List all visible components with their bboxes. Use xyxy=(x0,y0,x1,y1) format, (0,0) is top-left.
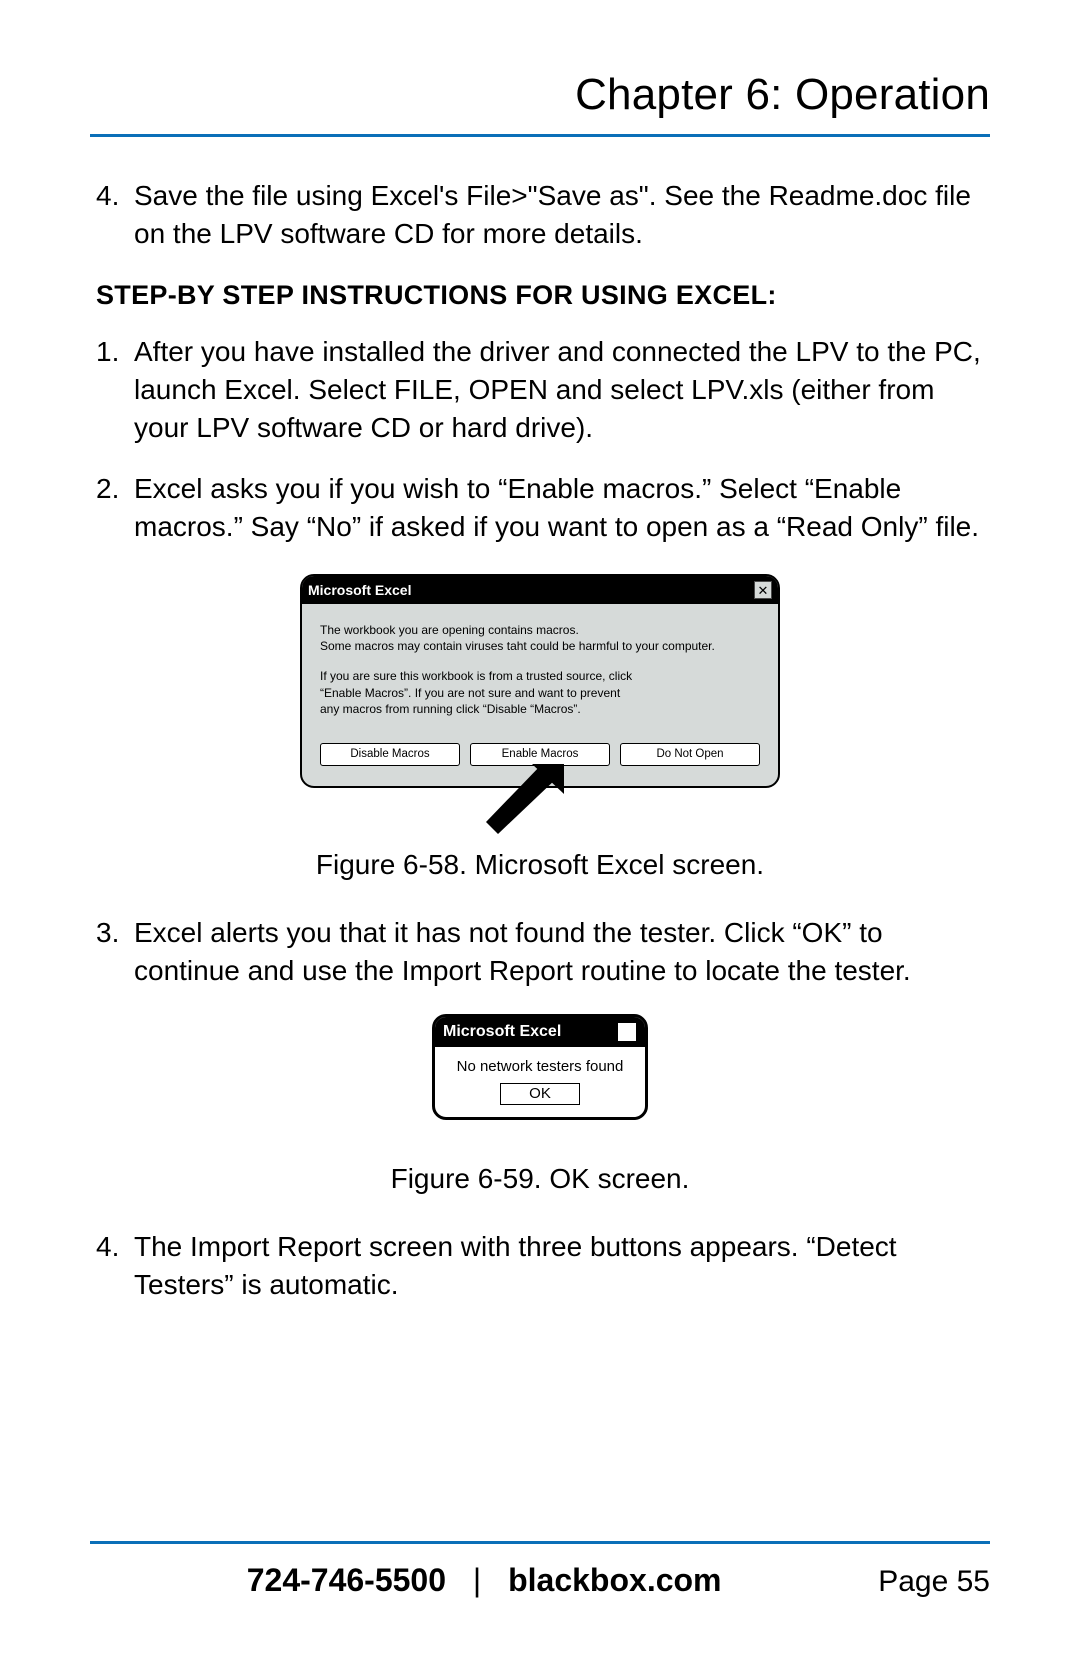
figure-caption-2: Figure 6-59. OK screen. xyxy=(391,1160,690,1198)
figure-6-58: Microsoft Excel ✕ The workbook you are o… xyxy=(96,574,984,884)
header-rule xyxy=(90,134,990,137)
disable-macros-button[interactable]: Disable Macros xyxy=(320,743,460,767)
list-text: Excel asks you if you wish to “Enable ma… xyxy=(134,470,984,546)
excel-ok-dialog: Microsoft Excel ✕ No network testers fou… xyxy=(432,1014,648,1121)
page-footer: 724-746-5500 | blackbox.com Page 55 xyxy=(90,1541,990,1599)
step-heading: STEP-BY STEP INSTRUCTIONS FOR USING EXCE… xyxy=(96,277,984,313)
dialog-message: No network testers found xyxy=(443,1057,637,1077)
dialog-paragraph-2: If you are sure this workbook is from a … xyxy=(320,668,760,717)
step-1: 1. After you have installed the driver a… xyxy=(96,333,984,446)
ok-button[interactable]: OK xyxy=(500,1083,580,1105)
figure-caption-1: Figure 6-58. Microsoft Excel screen. xyxy=(316,846,764,884)
footer-contact: 724-746-5500 | blackbox.com xyxy=(90,1562,878,1599)
dialog-line: any macros from running click “Disable “… xyxy=(320,701,760,717)
dialog-titlebar: Microsoft Excel ✕ xyxy=(302,576,778,604)
list-number: 1. xyxy=(96,333,134,446)
footer-separator: | xyxy=(473,1562,481,1598)
dialog-titlebar: Microsoft Excel ✕ xyxy=(435,1017,645,1047)
dialog-body: The workbook you are opening contains ma… xyxy=(302,604,778,786)
close-icon[interactable]: ✕ xyxy=(754,581,772,599)
dialog-line: “Enable Macros”. If you are not sure and… xyxy=(320,685,760,701)
dialog-button-row: Disable Macros Enable Macros Do Not Open xyxy=(320,743,760,767)
list-text: The Import Report screen with three butt… xyxy=(134,1228,984,1304)
footer-site: blackbox.com xyxy=(508,1562,721,1598)
list-number: 4. xyxy=(96,1228,134,1304)
intro-item-4: 4. Save the file using Excel's File>"Sav… xyxy=(96,177,984,253)
list-text: After you have installed the driver and … xyxy=(134,333,984,446)
list-number: 4. xyxy=(96,177,134,253)
excel-macros-dialog: Microsoft Excel ✕ The workbook you are o… xyxy=(300,574,780,788)
footer-rule xyxy=(90,1541,990,1544)
do-not-open-button[interactable]: Do Not Open xyxy=(620,743,760,767)
dialog-line: If you are sure this workbook is from a … xyxy=(320,668,760,684)
dialog-line: Some macros may contain viruses taht cou… xyxy=(320,638,760,654)
dialog-line: The workbook you are opening contains ma… xyxy=(320,622,760,638)
figure-6-59: Microsoft Excel ✕ No network testers fou… xyxy=(96,1014,984,1198)
step-4: 4. The Import Report screen with three b… xyxy=(96,1228,984,1304)
list-text: Excel alerts you that it has not found t… xyxy=(134,914,984,990)
close-icon[interactable]: ✕ xyxy=(617,1022,637,1042)
dialog-title: Microsoft Excel xyxy=(308,581,754,600)
list-text: Save the file using Excel's File>"Save a… xyxy=(134,177,984,253)
footer-phone: 724-746-5500 xyxy=(247,1562,446,1598)
enable-macros-button[interactable]: Enable Macros xyxy=(470,743,610,767)
list-number: 3. xyxy=(96,914,134,990)
list-number: 2. xyxy=(96,470,134,546)
arrow-icon xyxy=(472,764,572,834)
step-3: 3. Excel alerts you that it has not foun… xyxy=(96,914,984,990)
body-content: 4. Save the file using Excel's File>"Sav… xyxy=(90,177,990,1304)
dialog-title: Microsoft Excel xyxy=(443,1021,617,1043)
page-number: Page 55 xyxy=(878,1565,990,1599)
step-2: 2. Excel asks you if you wish to “Enable… xyxy=(96,470,984,546)
dialog-body: No network testers found OK xyxy=(435,1047,645,1118)
dialog-paragraph-1: The workbook you are opening contains ma… xyxy=(320,622,760,654)
chapter-title: Chapter 6: Operation xyxy=(90,70,990,120)
